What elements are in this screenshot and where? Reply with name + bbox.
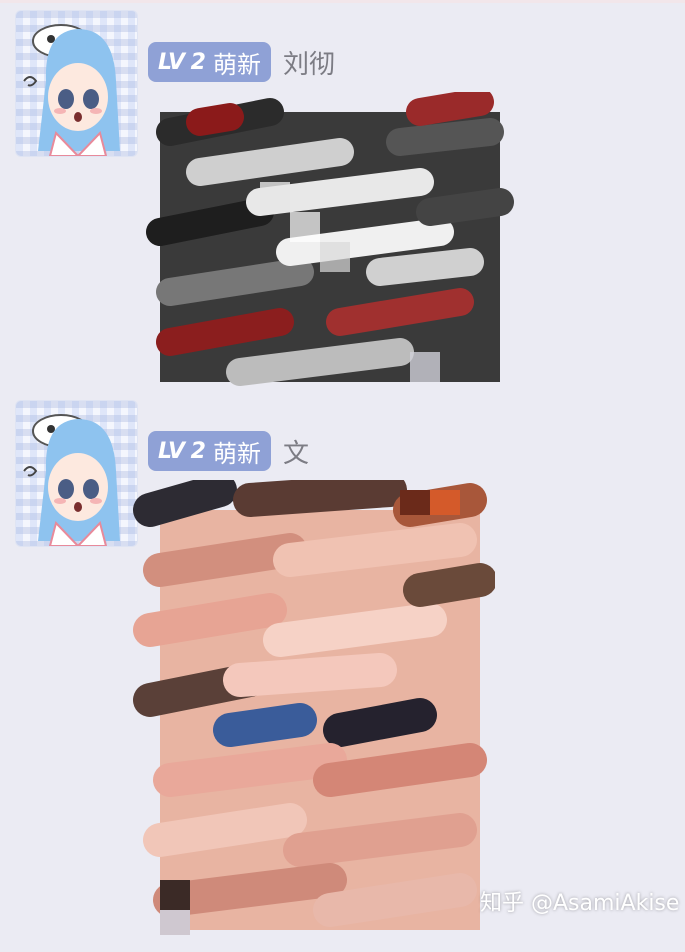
watermark: 知乎 @AsamiAkise <box>480 891 680 916</box>
level-text: LV 2 <box>158 49 206 75</box>
level-badge[interactable]: LV 2 萌新 <box>148 431 271 471</box>
level-text: LV 2 <box>158 438 206 464</box>
blurred-photo-icon <box>133 480 495 935</box>
chat-message: LV 2 萌新 刘彻 <box>0 0 685 400</box>
level-badge[interactable]: LV 2 萌新 <box>148 42 271 82</box>
sender-name[interactable]: 文 <box>283 433 309 470</box>
image-message[interactable] <box>130 480 495 950</box>
sender-name[interactable]: 刘彻 <box>283 44 335 81</box>
badge-title: 萌新 <box>212 50 261 79</box>
message-header: LV 2 萌新 刘彻 <box>148 42 335 82</box>
image-message[interactable] <box>140 92 525 407</box>
message-header: LV 2 萌新 文 <box>148 431 309 471</box>
chat-message: LV 2 萌新 文 <box>0 392 685 952</box>
anime-girl-avatar-icon <box>23 24 120 156</box>
avatar[interactable] <box>15 400 138 547</box>
badge-title: 萌新 <box>212 439 261 468</box>
anime-girl-avatar-icon <box>23 414 120 546</box>
avatar[interactable] <box>15 10 138 157</box>
blurred-photo-icon <box>146 92 514 386</box>
